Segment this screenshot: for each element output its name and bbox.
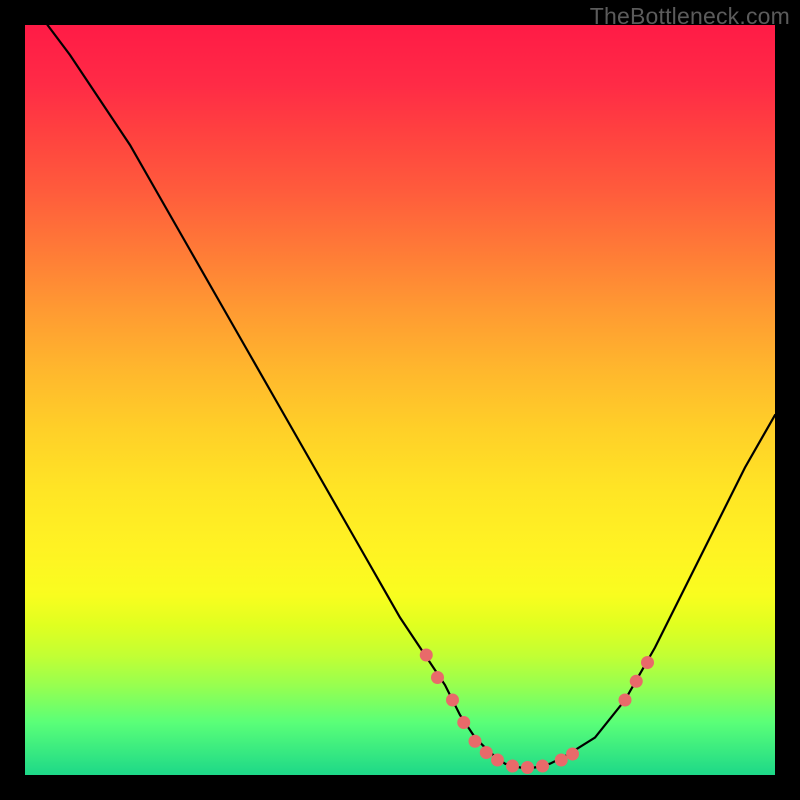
curve-marker — [457, 716, 470, 729]
curve-marker — [431, 671, 444, 684]
curve-marker — [641, 656, 654, 669]
curve-marker — [420, 649, 433, 662]
curve-marker — [521, 761, 534, 774]
curve-marker — [619, 694, 632, 707]
curve-marker — [555, 754, 568, 767]
chart-frame: TheBottleneck.com — [0, 0, 800, 800]
watermark-label: TheBottleneck.com — [590, 3, 790, 30]
chart-svg — [25, 25, 775, 775]
plot-area — [25, 25, 775, 775]
bottleneck-curve — [48, 25, 776, 768]
curve-marker — [446, 694, 459, 707]
curve-marker — [536, 760, 549, 773]
curve-marker — [630, 675, 643, 688]
curve-marker — [469, 735, 482, 748]
curve-marker — [566, 748, 579, 761]
curve-marker — [506, 760, 519, 773]
curve-marker — [491, 754, 504, 767]
curve-markers — [420, 649, 654, 775]
curve-marker — [480, 746, 493, 759]
